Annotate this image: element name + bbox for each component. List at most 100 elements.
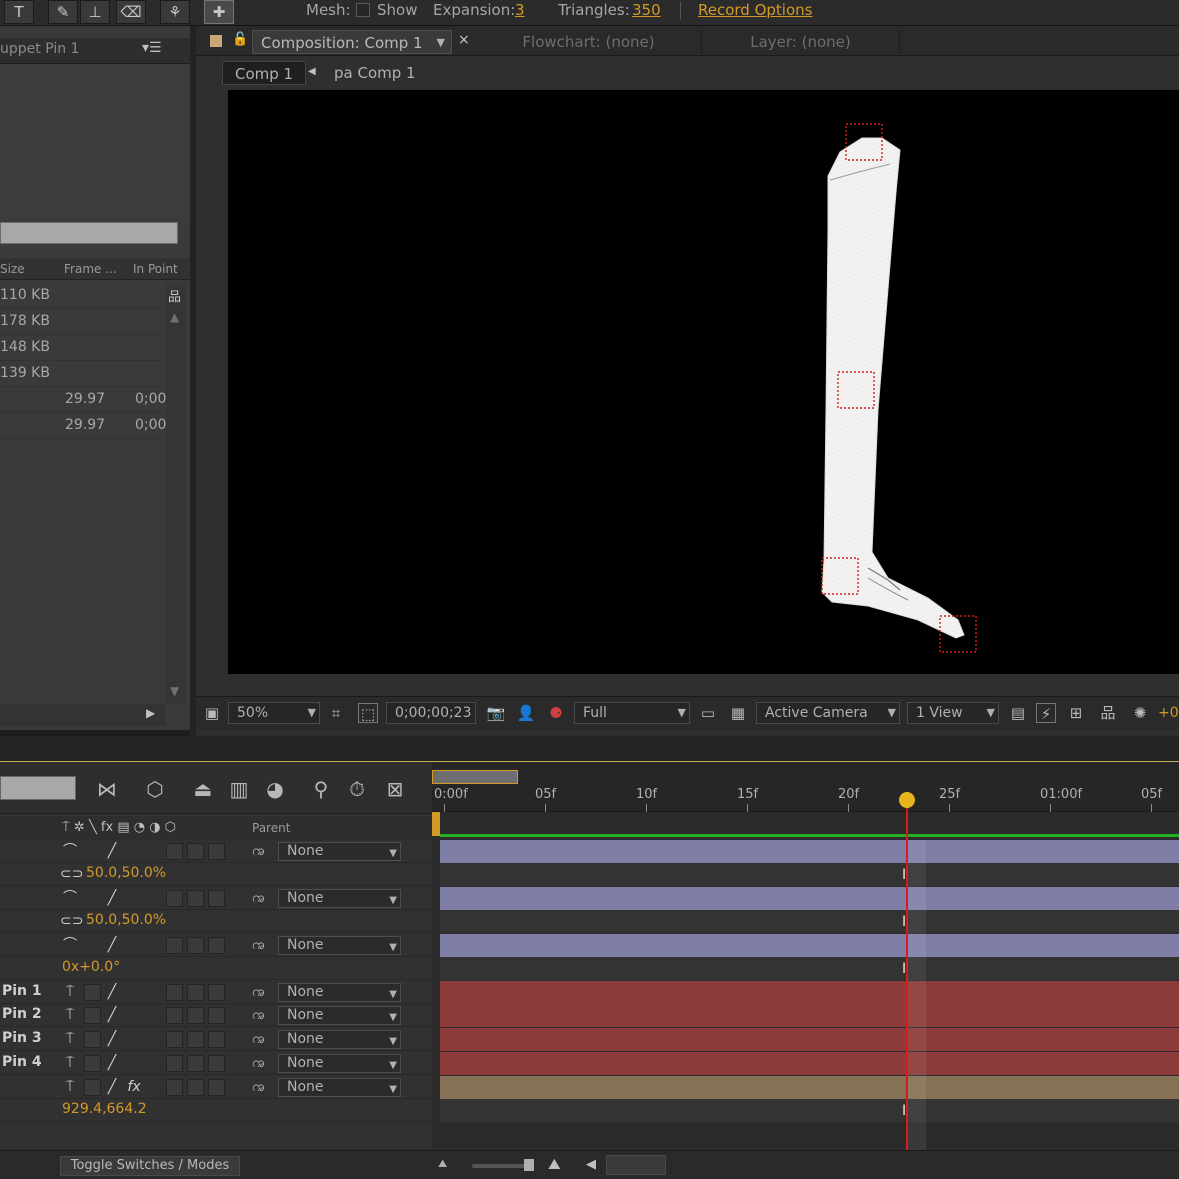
flowchart-icon[interactable]: 品 [168,286,181,305]
switch-box[interactable] [208,843,225,860]
project-search-input[interactable] [0,222,178,244]
scroll-left-icon[interactable]: ◀ [586,1157,596,1172]
switch-box[interactable] [208,890,225,907]
panel-menu-icon[interactable]: ▾☰ [142,40,162,56]
quality-icon[interactable]: ╱ [102,982,122,1002]
position-value[interactable]: 929.4,664.2 [62,1101,147,1117]
show-mesh-checkbox[interactable] [356,3,370,17]
show-snapshot-icon[interactable]: 👤 [516,703,536,723]
switch-box[interactable] [84,1055,101,1072]
switch-box[interactable] [84,1031,101,1048]
layer-track[interactable] [440,934,1179,957]
camera-dropdown[interactable]: Active Camera ▼ [756,702,900,724]
parent-dropdown[interactable]: None ▼ [278,1078,401,1097]
quality-icon[interactable]: ╱ [102,888,122,908]
pick-whip-icon[interactable]: ꩠ [252,982,265,1003]
breadcrumb-comp-1[interactable]: Comp 1 [222,61,307,85]
timeline-panel-divider[interactable] [0,736,1179,762]
shy-icon[interactable]: ⍑ [60,1005,80,1025]
pick-whip-icon[interactable]: ꩠ [252,888,265,909]
shy-icon[interactable]: ⍑ [60,1029,80,1049]
layer-row-footage[interactable]: ⍑ ╱ fx ꩠ None ▼ [0,1076,432,1099]
work-area-bar[interactable] [432,770,518,784]
pick-whip-icon[interactable]: ꩠ [252,841,265,862]
fast-previews-icon[interactable]: ▭ [698,703,718,723]
project-item-row[interactable]: 139 KB [0,361,165,387]
breadcrumb-pa-comp-1[interactable]: pa Comp 1 [322,61,428,85]
scale-value[interactable]: 50.0,50.0% [86,912,166,928]
draft-3d-icon[interactable]: ⬡ [142,776,168,802]
project-hscrollbar[interactable]: ▶ [0,704,165,726]
current-time-field[interactable]: 0;00;00;23 [386,702,476,724]
parent-dropdown[interactable]: None ▼ [278,983,401,1002]
chevron-down-icon[interactable]: ▼ [437,31,445,55]
lock-icon[interactable]: 🔓 [232,32,248,47]
zoom-out-icon[interactable]: ⛰ [438,1157,447,1171]
tab-flowchart[interactable]: Flowchart: (none) [476,30,702,54]
switch-box[interactable] [166,1079,183,1096]
rotation-value[interactable]: 0x+0.0° [62,959,120,975]
switch-box[interactable] [166,1031,183,1048]
current-time-indicator[interactable] [906,798,908,1150]
close-tab-icon[interactable]: × [458,32,470,48]
zoom-in-icon[interactable]: ⛰ [548,1155,561,1173]
pick-whip-icon[interactable]: ꩠ [252,1029,265,1050]
clone-stamp-tool-button[interactable]: ⊥ [80,0,110,24]
composition-viewer[interactable] [228,90,1179,674]
quality-icon[interactable]: ╱ [102,1029,122,1049]
triangles-value[interactable]: 350 [632,0,661,20]
flowchart-icon[interactable]: 品 [1098,703,1118,723]
parent-dropdown[interactable]: None ▼ [278,1006,401,1025]
exposure-icon[interactable]: ✺ [1130,703,1150,723]
layer-row-pin-1[interactable]: Pin 1 ⍑ ╱ ꩠ None ▼ [0,981,432,1004]
property-row[interactable]: 929.4,664.2 [0,1099,432,1122]
fast-preview-render-icon[interactable]: ⚡ [1036,703,1056,723]
scroll-right-icon[interactable]: ▶ [146,706,155,720]
graph-editor-icon[interactable]: ⚲ [308,776,334,802]
switch-box[interactable] [187,843,204,860]
comp-mini-flowchart-icon[interactable]: ⋈ [94,776,120,802]
switch-box[interactable] [187,937,204,954]
shy-icon[interactable]: ⍑ [60,1077,80,1097]
quality-icon[interactable]: ╱ [102,1077,122,1097]
toggle-switches-modes-button[interactable]: Toggle Switches / Modes [60,1156,240,1176]
layer-track-pin-1[interactable] [440,981,1179,1004]
switch-box[interactable] [187,890,204,907]
region-of-interest-icon[interactable]: ⬚ [358,703,378,723]
brush-tool-button[interactable]: ✎ [48,0,78,24]
layer-track-pin-2[interactable] [440,1004,1179,1027]
tab-layer[interactable]: Layer: (none) [702,30,900,54]
switch-box[interactable] [208,1055,225,1072]
eraser-tool-button[interactable]: ⌫ [116,0,146,24]
layer-row-pin-4[interactable]: Pin 4 ⍑ ╱ ꩠ None ▼ [0,1052,432,1075]
view-layout-dropdown[interactable]: 1 View ▼ [907,702,999,724]
quality-icon[interactable]: ╱ [102,1053,122,1073]
shy-icon[interactable]: ⌒ [60,935,80,955]
layer-track-footage[interactable] [440,1076,1179,1099]
exposure-value[interactable]: +0 [1158,705,1179,721]
live-update-icon[interactable]: ⊠ [382,776,408,802]
switch-box[interactable] [187,1055,204,1072]
switch-box[interactable] [84,984,101,1001]
shy-icon[interactable]: ⍑ [60,1053,80,1073]
scroll-up-icon[interactable]: ▲ [170,310,179,324]
layer-track[interactable] [440,887,1179,910]
constrain-proportions-icon[interactable]: ⊂⊃ [60,864,83,884]
puppet-pin-tool-button[interactable]: ✚ [204,0,234,24]
layer-row[interactable]: ⌒ ╱ ꩠ None ▼ [0,934,432,957]
snapshot-camera-icon[interactable]: 📷 [486,703,506,723]
resolution-dropdown[interactable]: Full ▼ [574,702,690,724]
switch-box[interactable] [166,843,183,860]
layer-row[interactable]: ⌒ ╱ ꩠ None ▼ [0,840,432,863]
zoom-slider-thumb[interactable] [524,1159,534,1171]
switch-box[interactable] [166,937,183,954]
project-item-row[interactable]: 148 KB [0,335,165,361]
parent-dropdown[interactable]: None ▼ [278,936,401,955]
parent-dropdown[interactable]: None ▼ [278,889,401,908]
tab-composition[interactable]: Composition: Comp 1 ▼ [252,30,452,54]
parent-dropdown[interactable]: None ▼ [278,1054,401,1073]
timeline-icon[interactable]: ⊞ [1066,703,1086,723]
switch-box[interactable] [208,1031,225,1048]
pick-whip-icon[interactable]: ꩠ [252,935,265,956]
switch-box[interactable] [208,1007,225,1024]
